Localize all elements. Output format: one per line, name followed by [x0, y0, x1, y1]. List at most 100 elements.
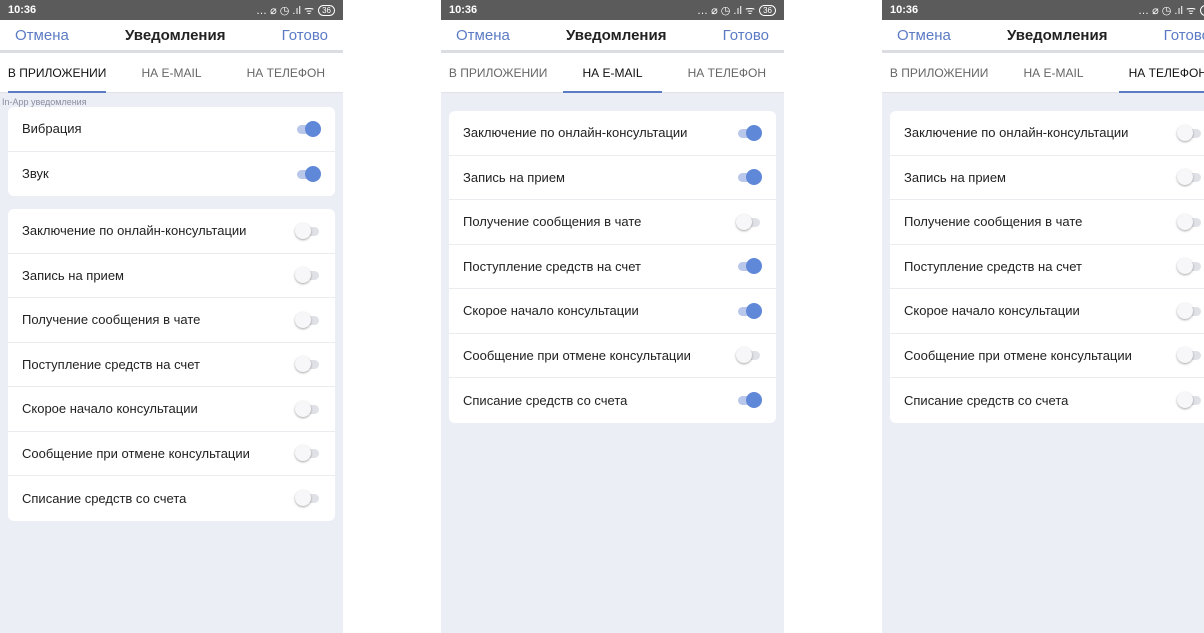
- done-button[interactable]: Готово: [723, 27, 769, 44]
- card-gap: [882, 93, 1204, 111]
- tab-email[interactable]: НА E-MAIL: [114, 53, 228, 92]
- setting-row[interactable]: Списание средств со счета: [8, 476, 335, 521]
- tab-phone[interactable]: НА ТЕЛЕФОН: [670, 53, 784, 92]
- toggle-switch[interactable]: [295, 490, 321, 507]
- setting-row[interactable]: Получение сообщения в чате: [8, 298, 335, 343]
- signal-wifi-icons: … ⌀ ◷ .ıl ᯤ: [1138, 4, 1197, 17]
- toggle-switch[interactable]: [1177, 124, 1203, 141]
- toggle-switch[interactable]: [295, 120, 321, 137]
- toggle-switch[interactable]: [736, 392, 762, 409]
- setting-row[interactable]: Сообщение при отмене консультации: [449, 334, 776, 378]
- toggle-knob: [736, 347, 752, 364]
- toggle-knob: [1177, 169, 1193, 186]
- toggle-switch[interactable]: [295, 445, 321, 462]
- toggle-switch[interactable]: [736, 347, 762, 364]
- tab-phone[interactable]: НА ТЕЛЕФОН: [229, 53, 343, 92]
- setting-label: Поступление средств на счет: [463, 258, 641, 274]
- setting-row[interactable]: Поступление средств на счет: [890, 245, 1204, 289]
- setting-row[interactable]: Скорое начало консультации: [8, 387, 335, 432]
- card-gap: [441, 93, 784, 111]
- toggle-knob: [1177, 213, 1193, 230]
- setting-row[interactable]: Получение сообщения в чате: [890, 200, 1204, 245]
- setting-label: Поступление средств на счет: [22, 356, 200, 372]
- toggle-switch[interactable]: [295, 400, 321, 417]
- toggle-switch[interactable]: [295, 165, 321, 182]
- toggle-switch[interactable]: [295, 222, 321, 239]
- tab-bar: В ПРИЛОЖЕНИИ НА E-MAIL НА ТЕЛЕФОН: [0, 53, 343, 93]
- setting-label: Списание средств со счета: [904, 392, 1069, 408]
- toggle-knob: [1177, 392, 1193, 409]
- cancel-button[interactable]: Отмена: [15, 27, 69, 44]
- setting-row[interactable]: Запись на прием: [8, 254, 335, 298]
- toggle-switch[interactable]: [1177, 392, 1203, 409]
- status-icons: … ⌀ ◷ .ıl ᯤ36: [697, 3, 776, 18]
- tab-in-app[interactable]: В ПРИЛОЖЕНИИ: [441, 53, 555, 92]
- setting-row[interactable]: Запись на прием: [890, 156, 1204, 200]
- setting-row[interactable]: Скорое начало консультации: [890, 289, 1204, 334]
- setting-row[interactable]: Заключение по онлайн-консультации: [8, 209, 335, 254]
- toggle-switch[interactable]: [1177, 169, 1203, 186]
- setting-row[interactable]: Поступление средств на счет: [8, 343, 335, 387]
- toggle-switch[interactable]: [1177, 347, 1203, 364]
- setting-row[interactable]: Сообщение при отмене консультации: [8, 432, 335, 476]
- signal-wifi-icons: … ⌀ ◷ .ıl ᯤ: [697, 4, 756, 17]
- setting-row[interactable]: Звук: [8, 152, 335, 197]
- setting-label: Сообщение при отмене консультации: [904, 347, 1132, 363]
- toggle-knob: [746, 392, 762, 409]
- setting-row[interactable]: Поступление средств на счет: [449, 245, 776, 289]
- toggle-knob: [746, 169, 762, 186]
- setting-row[interactable]: Запись на прием: [449, 156, 776, 200]
- setting-label: Списание средств со счета: [22, 490, 187, 506]
- setting-row[interactable]: Заключение по онлайн-консультации: [890, 111, 1204, 156]
- status-icons: … ⌀ ◷ .ıl ᯤ36: [1138, 3, 1204, 18]
- setting-row[interactable]: Списание средств со счета: [449, 378, 776, 423]
- page-title: Уведомления: [566, 26, 667, 44]
- toggle-switch[interactable]: [1177, 213, 1203, 230]
- setting-label: Скорое начало консультации: [22, 401, 198, 417]
- done-button[interactable]: Готово: [1164, 27, 1204, 44]
- toggle-knob: [295, 400, 311, 417]
- setting-label: Вибрация: [22, 121, 82, 137]
- section-title: In-App уведомления: [2, 97, 87, 107]
- setting-label: Звук: [22, 166, 49, 182]
- cancel-button[interactable]: Отмена: [897, 27, 951, 44]
- inapp-settings-card: Вибрация Звук: [8, 107, 335, 196]
- toggle-switch[interactable]: [736, 169, 762, 186]
- tab-email[interactable]: НА E-MAIL: [996, 53, 1110, 92]
- toggle-knob: [295, 356, 311, 373]
- toggle-switch[interactable]: [736, 124, 762, 141]
- status-time: 10:36: [890, 4, 919, 16]
- setting-row[interactable]: Списание средств со счета: [890, 378, 1204, 423]
- toggle-switch[interactable]: [736, 213, 762, 230]
- battery-icon: 36: [1200, 4, 1204, 16]
- setting-row[interactable]: Сообщение при отмене консультации: [890, 334, 1204, 378]
- done-button[interactable]: Готово: [282, 27, 328, 44]
- setting-label: Скорое начало консультации: [904, 303, 1080, 319]
- signal-wifi-icons: … ⌀ ◷ .ıl ᯤ: [256, 4, 315, 17]
- setting-label: Получение сообщения в чате: [463, 214, 642, 230]
- toggle-switch[interactable]: [295, 356, 321, 373]
- status-time: 10:36: [449, 4, 478, 16]
- setting-row[interactable]: Вибрация: [8, 107, 335, 152]
- toggle-knob: [295, 311, 311, 328]
- setting-row[interactable]: Заключение по онлайн-консультации: [449, 111, 776, 156]
- toggle-knob: [736, 213, 752, 230]
- toggle-switch[interactable]: [295, 311, 321, 328]
- toggle-switch[interactable]: [1177, 302, 1203, 319]
- setting-row[interactable]: Получение сообщения в чате: [449, 200, 776, 245]
- toggle-knob: [746, 302, 762, 319]
- toggle-switch[interactable]: [736, 258, 762, 275]
- tab-in-app[interactable]: В ПРИЛОЖЕНИИ: [882, 53, 996, 92]
- tab-email[interactable]: НА E-MAIL: [555, 53, 669, 93]
- tab-in-app[interactable]: В ПРИЛОЖЕНИИ: [0, 53, 114, 93]
- setting-label: Получение сообщения в чате: [22, 312, 201, 328]
- toggle-switch[interactable]: [295, 267, 321, 284]
- cancel-button[interactable]: Отмена: [456, 27, 510, 44]
- tab-phone[interactable]: НА ТЕЛЕФОН: [1111, 53, 1204, 93]
- status-bar: 10:36 … ⌀ ◷ .ıl ᯤ36: [882, 0, 1204, 20]
- setting-label: Заключение по онлайн-консультации: [904, 125, 1129, 141]
- toggle-switch[interactable]: [1177, 258, 1203, 275]
- toggle-knob: [1177, 124, 1193, 141]
- toggle-switch[interactable]: [736, 302, 762, 319]
- setting-row[interactable]: Скорое начало консультации: [449, 289, 776, 334]
